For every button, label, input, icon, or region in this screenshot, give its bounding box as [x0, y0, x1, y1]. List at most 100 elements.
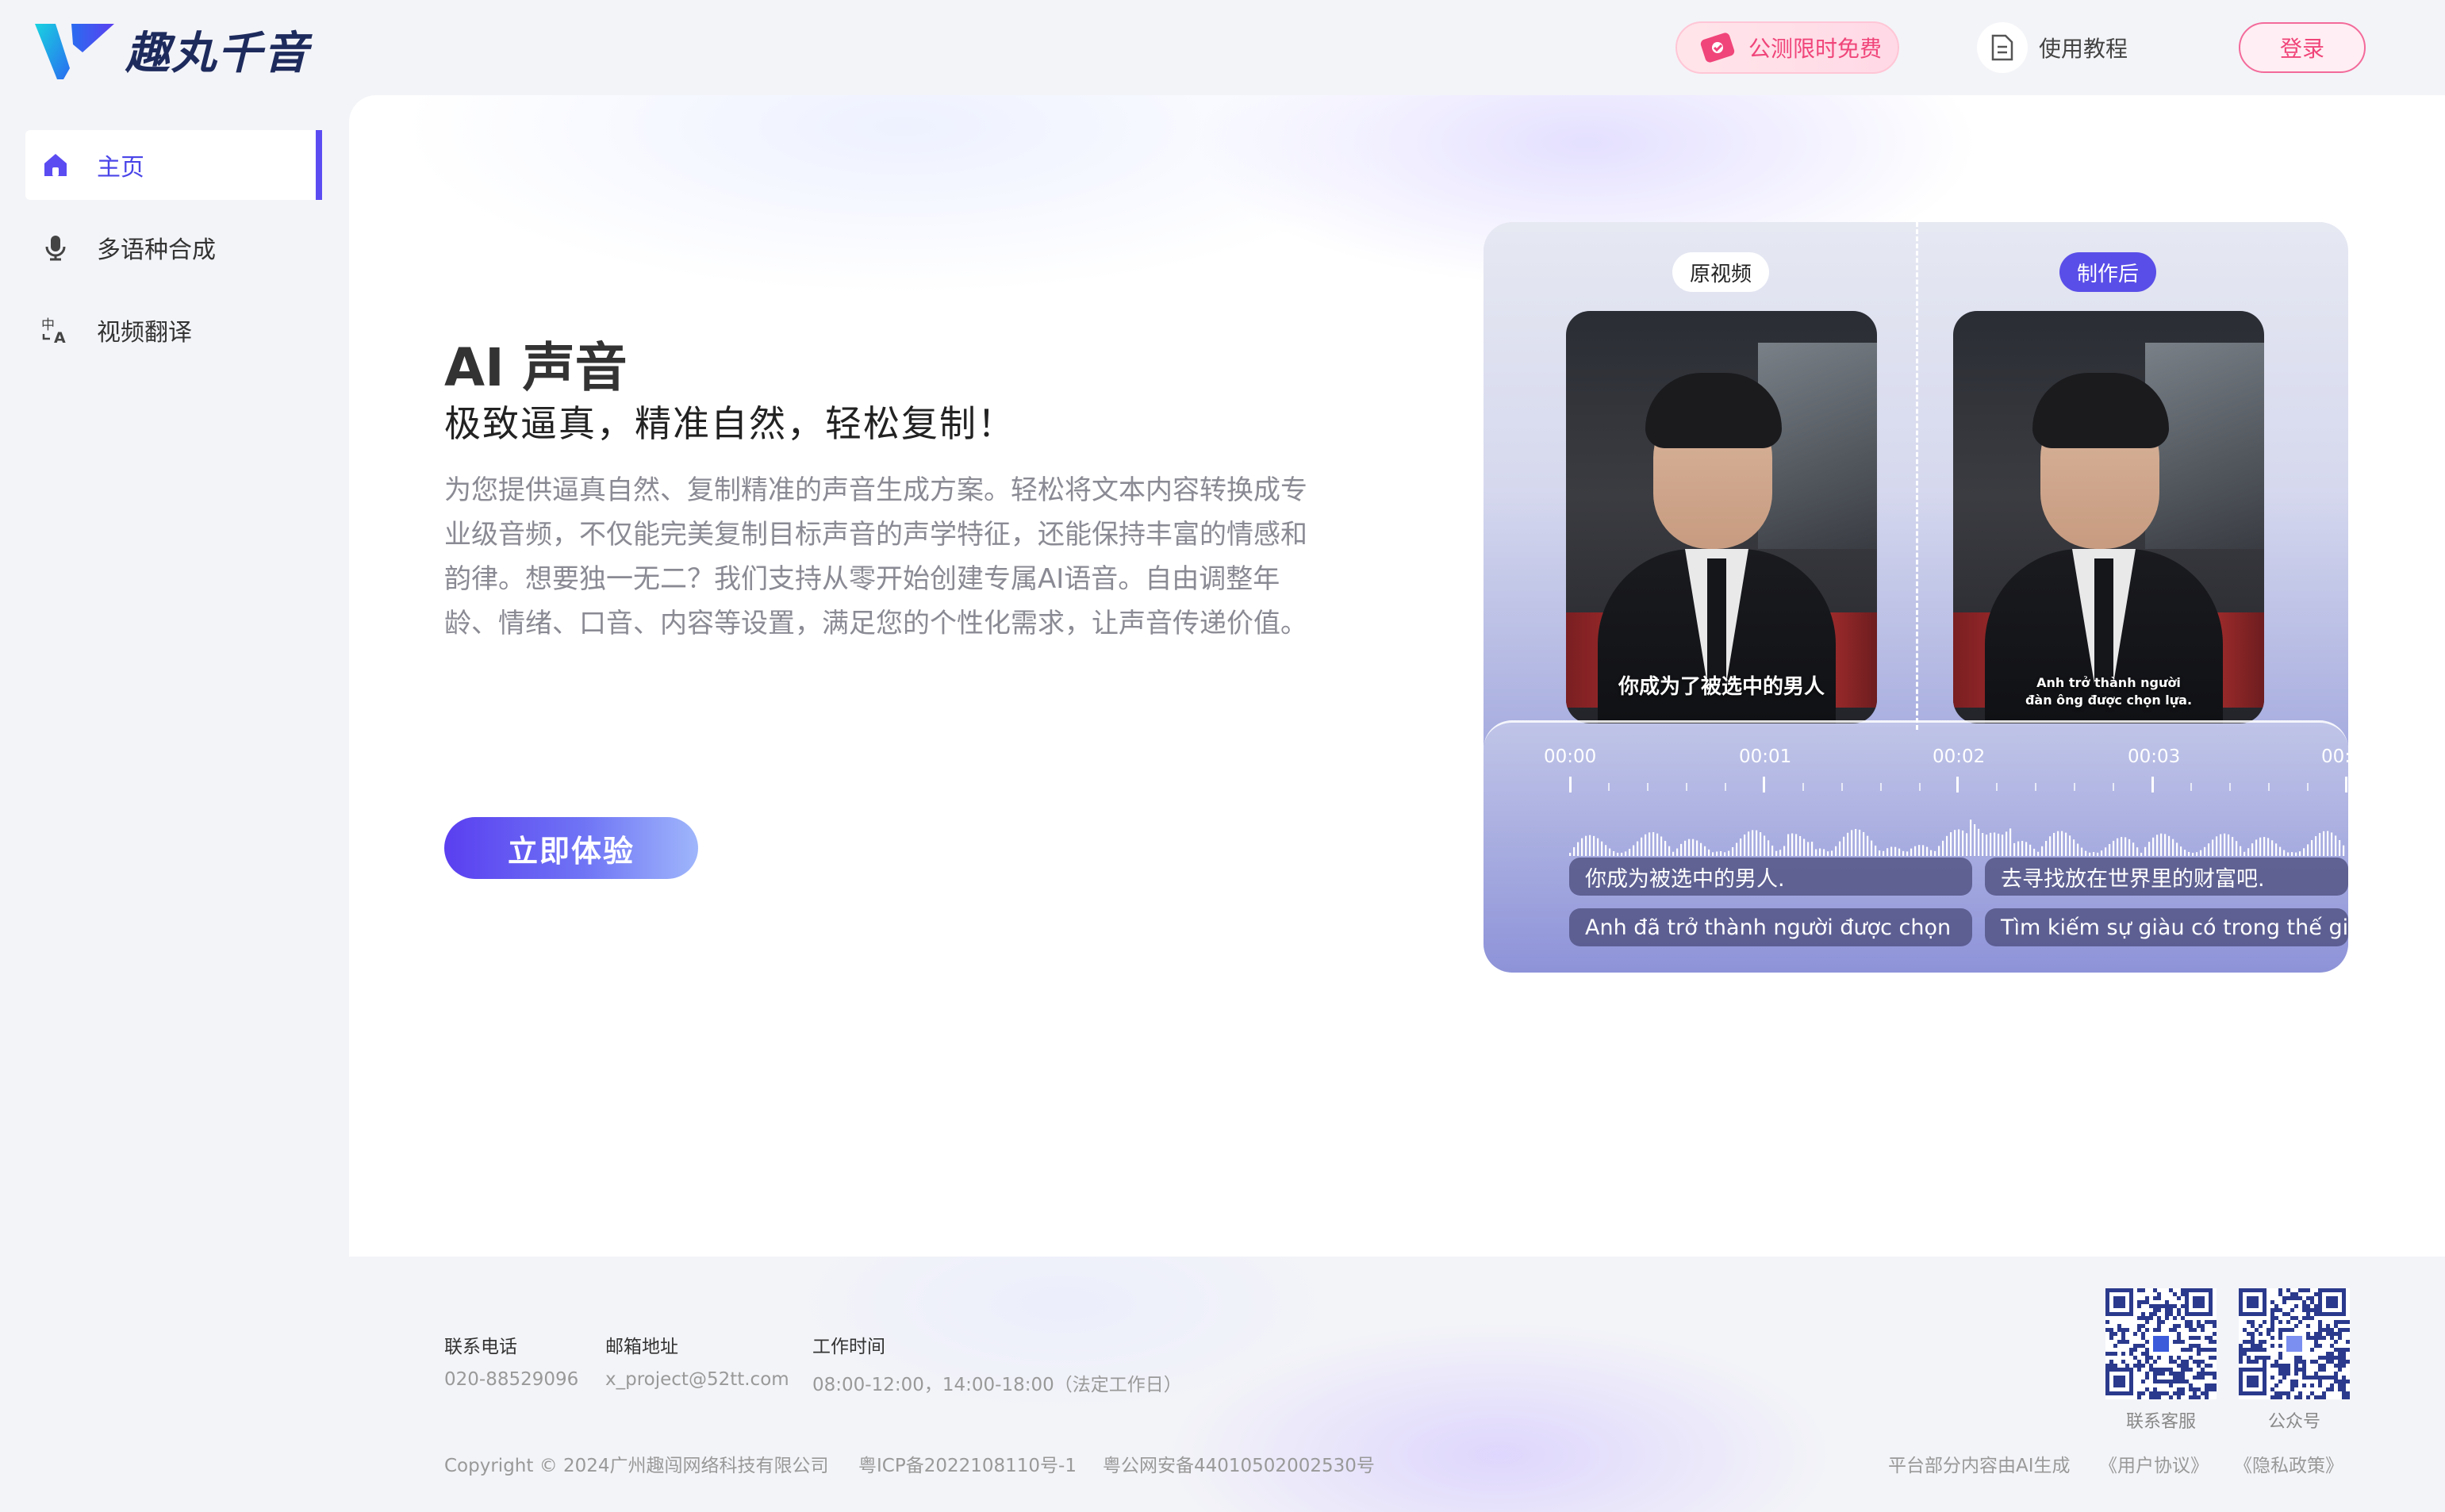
qr-module: [2243, 1340, 2247, 1344]
original-video-preview[interactable]: 你成为了被选中的男人: [1566, 311, 1877, 723]
waveform-bar: [1684, 840, 1687, 856]
qr-module: [2213, 1320, 2217, 1324]
qr-module: [2177, 1332, 2181, 1336]
audio-waveform[interactable]: [1569, 800, 2348, 856]
sidebar-item-home[interactable]: 主页: [25, 130, 322, 200]
qr-module: [2318, 1368, 2322, 1372]
qr-module: [2141, 1344, 2145, 1348]
qr-module: [2286, 1312, 2290, 1316]
subtitle-vi-2[interactable]: Tìm kiếm sự giàu có trong thế gi: [1985, 908, 2348, 946]
promo-badge[interactable]: 公测限时免费: [1675, 21, 1899, 74]
contact-phone-label: 联系电话: [444, 1337, 517, 1357]
qr-module: [2263, 1340, 2267, 1344]
icp-link[interactable]: 粤ICP备2022108110号-1: [858, 1450, 1077, 1477]
qr-module: [2342, 1328, 2346, 1332]
qr-module: [2189, 1336, 2193, 1340]
privacy-policy-link[interactable]: 《隐私政策》: [2234, 1450, 2343, 1477]
qr-module: [2326, 1356, 2330, 1360]
qr-module: [2338, 1356, 2342, 1360]
waveform-bar: [1585, 835, 1587, 856]
qr-module: [2113, 1352, 2117, 1356]
qr-module: [2145, 1356, 2149, 1360]
waveform-bar: [2220, 834, 2222, 856]
qr-module: [2282, 1328, 2286, 1332]
qr-module: [2274, 1383, 2278, 1387]
qr-module: [2302, 1364, 2306, 1368]
qr-module: [2302, 1372, 2306, 1376]
user-agreement-link[interactable]: 《用户协议》: [2099, 1450, 2209, 1477]
sidebar-item-video-translate[interactable]: 中 A 视频翻译: [25, 295, 322, 365]
waveform-bar: [2065, 832, 2067, 856]
waveform-bar: [2196, 852, 2198, 856]
subtitle-zh-1[interactable]: 你成为被选中的男人.: [1569, 858, 1972, 896]
qr-module: [2169, 1380, 2173, 1383]
qr-module: [2209, 1348, 2213, 1352]
qr-module: [2334, 1324, 2338, 1328]
waveform-bar: [2089, 852, 2091, 856]
qr-module: [2274, 1308, 2278, 1312]
waveform-bar: [1573, 846, 1576, 856]
qr-module: [2149, 1364, 2153, 1368]
waveform-bar: [2069, 835, 2071, 856]
translated-video-preview[interactable]: Anh trở thành người đàn ông được chọn lự…: [1953, 311, 2264, 723]
login-button[interactable]: 登录: [2239, 22, 2366, 73]
qr-module: [2294, 1395, 2298, 1399]
qr-module: [2145, 1352, 2149, 1356]
qr-module: [2278, 1308, 2282, 1312]
try-now-button[interactable]: 立即体验: [444, 817, 698, 879]
qr-module: [2149, 1356, 2153, 1360]
qr-module: [2302, 1308, 2306, 1312]
qr-module: [2189, 1344, 2193, 1348]
waveform-bar: [1589, 835, 1591, 856]
qr-module: [2294, 1372, 2298, 1376]
timeline-minor-tick: [1918, 783, 1921, 791]
waveform-bar: [2295, 852, 2297, 856]
waveform-bar: [2025, 842, 2028, 856]
qr-module: [2270, 1316, 2274, 1320]
qr-module: [2330, 1344, 2334, 1348]
original-video-tag: 原视频: [1672, 252, 1770, 292]
qr-module: [2342, 1352, 2346, 1356]
qr-module: [2165, 1391, 2169, 1395]
waveform-bar: [1652, 831, 1655, 856]
waveform-bar: [2311, 840, 2313, 856]
qr-module: [2286, 1372, 2290, 1376]
police-record-link[interactable]: 粤公网安备44010502002530号: [1103, 1450, 1375, 1477]
qr-module: [2177, 1312, 2181, 1316]
subtitle-zh-2[interactable]: 去寻找放在世界里的财富吧.: [1985, 858, 2348, 896]
qr-module: [2169, 1288, 2173, 1292]
qr-module: [2173, 1316, 2177, 1320]
qr-module: [2255, 1348, 2259, 1352]
qr-module: [2278, 1336, 2282, 1340]
contact-hours-value: 08:00-12:00，14:00-18:00（法定工作日）: [812, 1375, 1182, 1395]
waveform-bar: [1708, 849, 1710, 856]
qr-module: [2310, 1316, 2314, 1320]
qr-module: [2121, 1352, 2125, 1356]
qr-module: [2113, 1376, 2125, 1387]
sidebar-item-multilingual[interactable]: 多语种合成: [25, 213, 322, 282]
qr-module: [2149, 1391, 2153, 1395]
tutorial-link[interactable]: 使用教程: [1977, 22, 2128, 73]
qr-module: [2346, 1320, 2350, 1324]
qr-module: [2133, 1356, 2137, 1360]
waveform-bar: [2255, 839, 2258, 856]
qr-module: [2346, 1395, 2350, 1399]
qr-module: [2334, 1320, 2338, 1324]
waveform-bar: [2128, 839, 2131, 856]
subtitle-vi-1[interactable]: Anh đã trở thành người được chọn: [1569, 908, 1972, 946]
qr-module: [2185, 1320, 2189, 1324]
qr-module: [2270, 1308, 2274, 1312]
qr-module: [2173, 1391, 2177, 1395]
qr-module: [2145, 1376, 2149, 1380]
qr-module: [2334, 1376, 2338, 1380]
qr-module: [2157, 1320, 2161, 1324]
audio-timeline[interactable]: 00:00 00:01 00:02 00:03 00:0 你成为被选中的男人. …: [1484, 720, 2348, 973]
waveform-bar: [2156, 835, 2159, 856]
qr-module: [2165, 1312, 2169, 1316]
contact-email-value[interactable]: x_project@52tt.com: [605, 1369, 789, 1390]
qr-module: [2318, 1395, 2322, 1399]
qr-module: [2153, 1308, 2157, 1312]
qr-module: [2263, 1348, 2267, 1352]
waveform-bar: [2180, 846, 2182, 856]
brand-logo[interactable]: 趣丸千音: [35, 17, 309, 82]
